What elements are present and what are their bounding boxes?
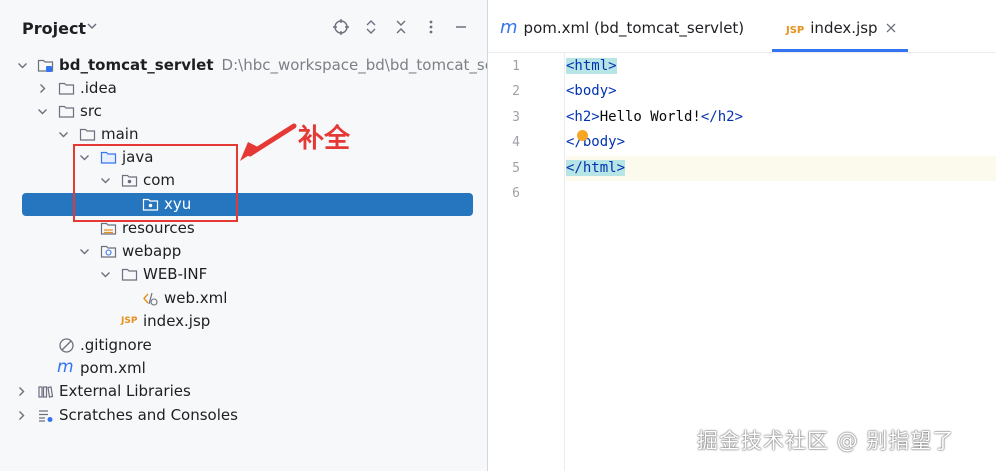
annotation-arrow-icon — [240, 123, 297, 161]
tree-item-scratches[interactable]: Scratches and Consoles — [0, 404, 487, 427]
annotation-text: 补全 — [298, 124, 351, 154]
tree-label: src — [80, 102, 102, 120]
chevron-down-icon[interactable] — [58, 129, 69, 140]
tab-pom-xml[interactable]: m pom.xml (bd_tomcat_servlet) — [500, 0, 744, 52]
folder-icon — [58, 82, 75, 95]
tab-label: pom.xml (bd_tomcat_servlet) — [523, 19, 745, 37]
tree-item-web-xml[interactable]: web.xml — [0, 287, 487, 310]
xml-file-icon — [143, 292, 158, 306]
chevron-down-icon[interactable] — [86, 20, 98, 32]
web-folder-icon — [100, 245, 117, 258]
minimize-icon[interactable] — [452, 18, 470, 36]
tree-label: External Libraries — [59, 382, 191, 400]
chevron-down-icon[interactable] — [100, 269, 111, 280]
line-number: 6 — [512, 186, 520, 201]
close-icon[interactable] — [886, 23, 896, 33]
tree-label: index.jsp — [143, 312, 211, 330]
folder-icon — [121, 268, 138, 281]
tree-item-index-jsp[interactable]: JSP index.jsp — [0, 310, 487, 333]
more-options-icon[interactable] — [422, 18, 440, 36]
tree-label: main — [101, 125, 139, 143]
tree-item-idea[interactable]: .idea — [0, 77, 487, 100]
tree-item-web-inf[interactable]: WEB-INF — [0, 263, 487, 286]
code-token: <html> — [566, 58, 617, 74]
locate-icon[interactable] — [332, 18, 350, 36]
line-number: 1 — [512, 59, 520, 74]
tree-item-webapp[interactable]: webapp — [0, 240, 487, 263]
expand-all-icon[interactable] — [362, 18, 380, 36]
code-line-5[interactable]: </html> — [566, 156, 996, 181]
tab-label: index.jsp — [810, 19, 878, 37]
chevron-right-icon[interactable] — [16, 386, 27, 397]
tab-index-jsp[interactable]: JSP index.jsp — [772, 0, 908, 52]
chevron-down-icon[interactable] — [37, 106, 48, 117]
maven-file-icon: m — [500, 17, 518, 38]
code-token: </html> — [566, 160, 626, 176]
code-token: <h2> — [566, 109, 600, 125]
tree-label: pom.xml — [80, 359, 146, 377]
line-number: 5 — [512, 161, 520, 176]
module-folder-icon — [37, 59, 54, 72]
tree-label: .gitignore — [80, 336, 152, 354]
gutter-separator — [564, 52, 565, 471]
line-number-gutter: 1 2 3 4 5 6 — [488, 52, 564, 471]
line-number: 4 — [512, 135, 520, 150]
project-header: Project — [0, 0, 487, 52]
code-line-2[interactable]: <body> — [566, 79, 996, 104]
code-token: <body> — [566, 83, 617, 99]
line-number: 3 — [512, 110, 520, 125]
tree-item-pom-xml[interactable]: m pom.xml — [0, 357, 487, 380]
maven-file-icon: m — [57, 357, 74, 377]
chevron-right-icon[interactable] — [16, 410, 27, 421]
scratches-icon — [39, 410, 53, 422]
resources-folder-icon — [100, 222, 117, 235]
tree-label: Scratches and Consoles — [59, 406, 238, 424]
code-line-4[interactable]: </body> — [566, 130, 996, 155]
line-number: 2 — [512, 84, 520, 99]
tree-label: web.xml — [164, 289, 228, 307]
folder-icon — [79, 128, 96, 141]
code-line-3[interactable]: <h2>Hello World!</h2> — [566, 105, 996, 130]
jsp-file-icon: JSP — [786, 25, 805, 36]
tree-item-gitignore[interactable]: .gitignore — [0, 334, 487, 357]
root-path: D:\hbc_workspace_bd\bd_tomcat_serv — [221, 56, 509, 74]
chevron-down-icon[interactable] — [79, 246, 90, 257]
annotation-box — [73, 144, 238, 222]
project-tool-window: Project bd_tomcat_servlet D:\hbc_workspac… — [0, 0, 509, 471]
intention-bulb-icon[interactable] — [577, 130, 588, 141]
chevron-down-icon[interactable] — [17, 60, 28, 71]
editor-tabs: m pom.xml (bd_tomcat_servlet) JSP index.js… — [488, 0, 996, 53]
project-title[interactable]: Project — [22, 19, 86, 38]
code-text: Hello World! — [599, 109, 701, 125]
jsp-file-icon: JSP — [121, 316, 138, 326]
root-label: bd_tomcat_servlet — [59, 56, 214, 74]
watermark: 掘金技术社区 @ 别指望了 — [697, 429, 955, 453]
code-token: </h2> — [700, 109, 744, 125]
folder-icon — [58, 105, 75, 118]
tree-label: webapp — [122, 242, 182, 260]
collapse-all-icon[interactable] — [392, 18, 410, 36]
code-line-1[interactable]: <html> — [566, 54, 996, 79]
tree-label: .idea — [80, 79, 117, 97]
ignore-file-icon — [59, 338, 74, 353]
tree-item-root[interactable]: bd_tomcat_servlet D:\hbc_workspace_bd\bd_… — [0, 54, 509, 77]
tree-label: WEB-INF — [143, 265, 208, 283]
chevron-right-icon[interactable] — [37, 83, 48, 94]
editor: m pom.xml (bd_tomcat_servlet) JSP index.js… — [488, 0, 996, 471]
library-icon — [38, 386, 54, 398]
tree-item-external-libraries[interactable]: External Libraries — [0, 380, 487, 403]
